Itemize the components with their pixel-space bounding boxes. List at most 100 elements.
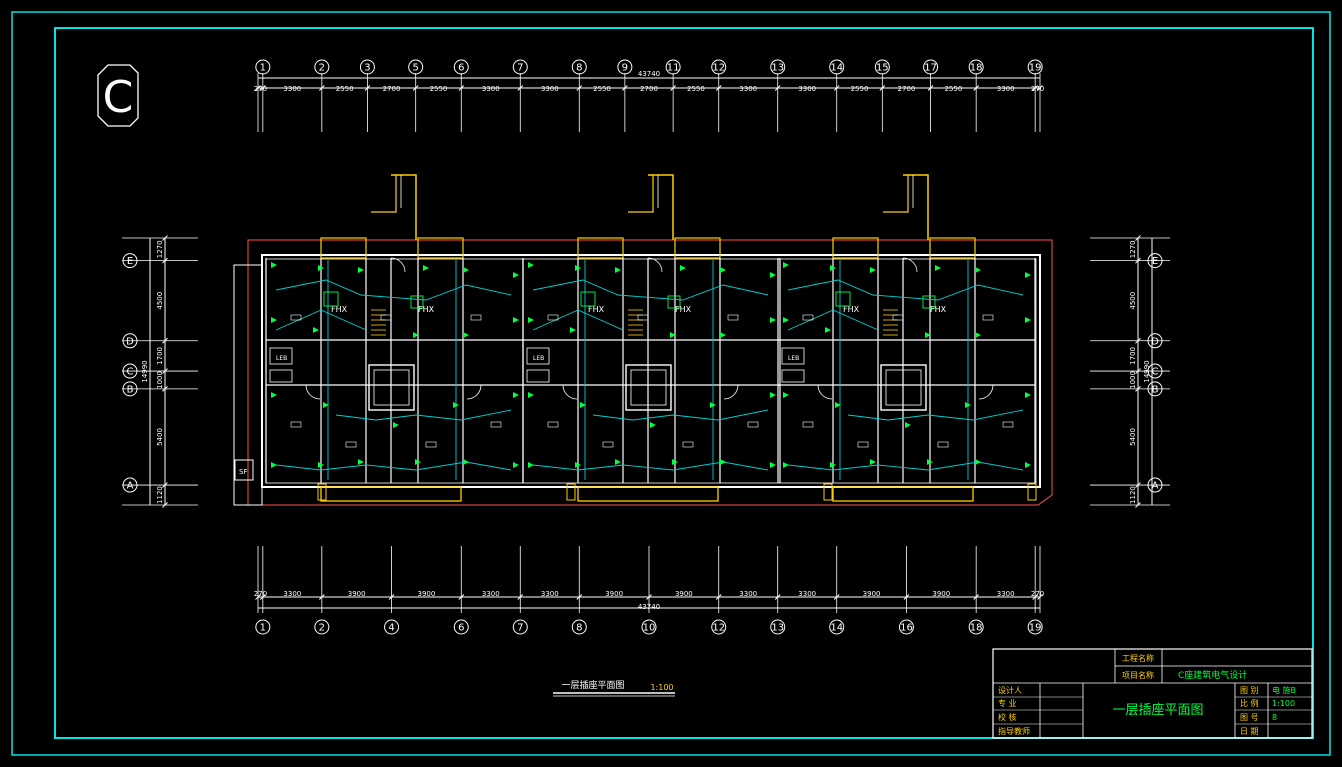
block-letter: C xyxy=(103,72,134,123)
axis-label: 5 xyxy=(412,63,418,74)
socket-symbol xyxy=(423,265,429,271)
dimension-value: 3900 xyxy=(675,590,693,598)
socket-symbol xyxy=(528,317,534,323)
dimension-value: 2700 xyxy=(640,85,658,93)
bathroom-fixture xyxy=(269,369,293,383)
stair-shaft xyxy=(883,175,909,213)
dimension-value: 3300 xyxy=(283,85,301,93)
axis-label: 2 xyxy=(319,63,325,74)
plan-caption-scale: 1:100 xyxy=(650,683,673,692)
room-tag xyxy=(747,421,759,428)
axis-label: 14 xyxy=(830,623,843,634)
stair-shaft xyxy=(371,175,397,213)
leb-label: LEB xyxy=(788,355,799,362)
dimension-value: 2550 xyxy=(687,85,705,93)
stair-shaft xyxy=(391,174,417,240)
socket-symbol xyxy=(975,459,981,465)
socket-symbol xyxy=(528,262,534,268)
dimension-value: 1700 xyxy=(156,347,164,365)
fhx-label: FHX xyxy=(675,305,692,314)
dimension-value: 3300 xyxy=(997,590,1015,598)
socket-symbol xyxy=(358,267,364,273)
socket-symbol xyxy=(825,327,831,333)
role-checker: 校 核 xyxy=(998,712,1017,722)
dimension-value: 3900 xyxy=(932,590,950,598)
dimension-value: 3900 xyxy=(605,590,623,598)
room-tag xyxy=(602,441,614,448)
dimension-value: 3300 xyxy=(798,590,816,598)
socket-symbol xyxy=(513,462,519,468)
dimension-value: 3900 xyxy=(348,590,366,598)
axis-label: A xyxy=(1152,481,1159,492)
axis-label: 2 xyxy=(319,623,325,634)
room-tag xyxy=(857,441,869,448)
door-swing xyxy=(723,384,739,400)
socket-symbol xyxy=(1025,317,1031,323)
wiring-run xyxy=(275,461,512,471)
dimension-value: 3300 xyxy=(283,590,301,598)
axis-label: 15 xyxy=(876,63,889,74)
axis-label: B xyxy=(1152,384,1159,395)
axis-label: E xyxy=(1152,256,1158,267)
socket-symbol xyxy=(783,462,789,468)
socket-symbol xyxy=(570,327,576,333)
axis-label: 18 xyxy=(970,63,983,74)
socket-symbol xyxy=(870,459,876,465)
axis-label: 14 xyxy=(830,63,843,74)
dimension-value: 1700 xyxy=(1129,347,1137,365)
door-swing xyxy=(902,257,918,273)
door-swing xyxy=(817,384,833,400)
wiring-run xyxy=(847,409,1024,421)
left-dimension-chain: 127045001700100054001120EDCBA14990 xyxy=(122,235,198,508)
wiring-run xyxy=(787,461,1024,471)
dimension-value: 270 xyxy=(1031,590,1044,598)
socket-symbol xyxy=(313,327,319,333)
dimension-value: 1120 xyxy=(1129,486,1137,504)
socket-symbol xyxy=(770,272,776,278)
axis-label: 18 xyxy=(970,623,983,634)
fhx-label: FHX xyxy=(418,305,435,314)
axis-label: 17 xyxy=(924,63,937,74)
wiring-run xyxy=(532,279,769,301)
right-dimension-chain: 127045001700100054001120EDCBA14990 xyxy=(1090,235,1170,508)
axis-label: 13 xyxy=(771,63,784,74)
field-label-date: 日 期 xyxy=(1240,727,1259,736)
dimension-total: 14990 xyxy=(1143,360,1151,382)
socket-symbol xyxy=(463,267,469,273)
wiring-run xyxy=(275,279,512,301)
field-label-scale: 比 例 xyxy=(1240,698,1259,708)
room-tag xyxy=(345,441,357,448)
axis-label: D xyxy=(126,336,134,347)
distribution-box xyxy=(835,291,851,307)
axis-label: 6 xyxy=(458,63,464,74)
axis-label: E xyxy=(127,256,133,267)
dimension-value: 3300 xyxy=(541,85,559,93)
axis-label: A xyxy=(127,481,134,492)
axis-label: 4 xyxy=(388,623,394,634)
field-value-category: 电 施B xyxy=(1272,685,1296,695)
room-tag xyxy=(425,441,437,448)
dimension-value: 270 xyxy=(254,590,267,598)
cad-drawing: C 270 3300 2550 2700 2550 3300 3300 2550 2700 255… xyxy=(11,11,1331,756)
project-name-label: 工程名称 xyxy=(1122,653,1154,663)
socket-symbol xyxy=(680,265,686,271)
dimension-total: 43740 xyxy=(638,70,660,78)
axis-label: B xyxy=(127,384,134,395)
socket-symbol xyxy=(720,459,726,465)
socket-symbol xyxy=(783,392,789,398)
axis-label: 8 xyxy=(576,623,582,634)
drawing-title: 一层插座平面图 xyxy=(1112,703,1203,718)
room-tag xyxy=(1002,421,1014,428)
role-specialty: 专 业 xyxy=(998,698,1017,708)
dimension-value: 2550 xyxy=(851,85,869,93)
annex-sf-label: SF xyxy=(239,468,247,476)
dimension-value: 3300 xyxy=(541,590,559,598)
socket-symbol xyxy=(770,462,776,468)
axis-label: 12 xyxy=(712,63,725,74)
socket-symbol xyxy=(393,422,399,428)
room-tag xyxy=(290,421,302,428)
axis-label: 10 xyxy=(643,623,656,634)
socket-symbol xyxy=(770,317,776,323)
wiring-run xyxy=(335,409,512,421)
axis-label: 13 xyxy=(771,623,784,634)
